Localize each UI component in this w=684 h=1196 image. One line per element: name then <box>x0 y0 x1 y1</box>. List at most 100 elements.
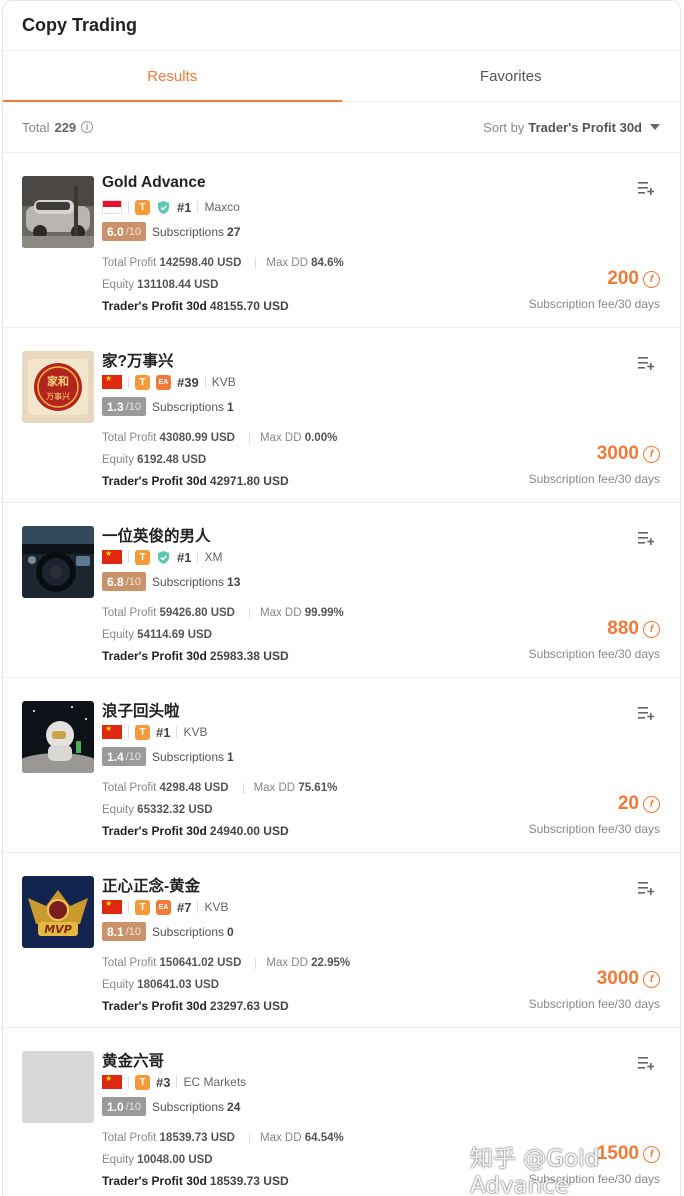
divider <box>197 551 199 563</box>
equity-row: Equity 6192.48 USD <box>102 450 337 472</box>
rating-score: 1.4/10 <box>102 747 146 766</box>
score-value: 6.8 <box>107 574 124 589</box>
max-dd-label: Max DD <box>259 607 302 619</box>
results-toolbar: Total 229 i Sort by Trader's Profit 30d <box>3 102 680 153</box>
subscriptions-value: 1 <box>227 749 234 764</box>
trader-card[interactable]: Gold Advance T #1 Maxco 6.0/10 Subscriptions 2… <box>3 153 680 328</box>
score-value: 1.0 <box>107 1099 124 1114</box>
trader-card[interactable]: 一位英俊的男人 T #1 XM 6.8/10 Subscriptions13 Total P… <box>3 503 680 678</box>
trader-name[interactable]: Gold Advance <box>102 174 206 192</box>
total-profit-label: Total Profit <box>102 257 157 269</box>
copy-trading-panel: Copy Trading Results Favorites Total 229… <box>2 0 681 1196</box>
sort-value: Trader's Profit 30d <box>528 119 642 135</box>
max-dd-value: 64.54% <box>304 1132 344 1144</box>
trader-card[interactable]: MVP 正心正念-黄金 T EA #7 KVB 8.1/10 Subscriptions0 To… <box>3 853 680 1028</box>
total-profit-label: Total Profit <box>102 957 157 969</box>
coin-icon: f <box>643 445 660 463</box>
trader-card[interactable]: 浪子回头啦 T #1 KVB 1.4/10 Subscriptions1 Total Pro… <box>3 678 680 853</box>
subscriptions: Subscriptions 13 <box>152 575 240 589</box>
coin-icon: f <box>643 620 660 638</box>
sort-dropdown[interactable]: Sort by Trader's Profit 30d <box>483 120 660 135</box>
total-profit-label: Total Profit <box>102 1132 157 1144</box>
total-count: Total 229 i <box>22 120 94 135</box>
score-denominator: /10 <box>125 400 141 413</box>
max-dd-value: 75.61% <box>298 782 338 794</box>
add-to-list-icon[interactable] <box>638 531 655 545</box>
rating-score: 8.1/10 <box>102 922 146 941</box>
watermark: 知乎 @Gold Advance <box>470 1146 600 1196</box>
flag-cn-icon <box>102 724 122 739</box>
subscriptions: Subscriptions 1 <box>152 750 234 764</box>
subscription-fee: 3000 f <box>597 968 660 990</box>
trader-name[interactable]: 浪子回头啦 <box>102 699 180 721</box>
ea-badge-icon: EA <box>156 374 171 390</box>
add-to-list-icon[interactable] <box>638 881 655 895</box>
max-dd-value: 99.99% <box>304 607 344 619</box>
total-profit-label: Total Profit <box>102 432 157 444</box>
tab-favorites[interactable]: Favorites <box>342 51 681 101</box>
broker-name: EC Markets <box>183 1075 247 1089</box>
traders-profit-value: 42971.80 USD <box>209 474 289 488</box>
divider <box>128 376 129 388</box>
divider <box>176 726 178 738</box>
broker-name: XM <box>204 550 223 564</box>
subscriptions-label: Subscriptions <box>151 224 225 239</box>
avatar-mvp-emblem[interactable]: MVP <box>22 876 94 948</box>
equity-label: Equity <box>102 278 134 291</box>
subscriptions-value: 1 <box>227 399 234 414</box>
profit-dd-row: Total Profit 43080.99 USD Max DD 0.00% <box>102 428 337 450</box>
trader-rank: #1 <box>177 199 192 215</box>
traders-profit-row: Trader's Profit 30d 24940.00 USD <box>102 821 337 843</box>
trader-card[interactable]: 家和万事兴家?万事兴TEA#39KVB1.3/10Subscriptions1T… <box>3 328 680 503</box>
profit-dd-row: Total Profit 4298.48 USD Max DD 75.61% <box>102 778 337 800</box>
score-denominator: /10 <box>125 225 141 238</box>
add-to-list-icon[interactable] <box>638 356 655 370</box>
trader-meta: T #1 Maxco <box>102 199 240 215</box>
divider <box>248 433 250 445</box>
trader-rank: #3 <box>156 1074 171 1090</box>
equity-label: Equity <box>102 1153 134 1166</box>
profit-dd-row: Total Profit 150641.02 USD Max DD 22.95% <box>102 953 350 975</box>
trader-name[interactable]: 黄金六哥 <box>102 1049 164 1071</box>
traders-profit-row: Trader's Profit 30d 25983.38 USD <box>102 646 344 668</box>
score-value: 1.3 <box>107 399 124 414</box>
traders-profit-label: Trader's Profit 30d <box>102 299 207 313</box>
equity-value: 6192.48 USD <box>137 453 207 466</box>
avatar-placeholder[interactable] <box>22 1051 94 1123</box>
coin-icon: f <box>643 270 660 288</box>
trader-badge-icon: T <box>135 374 150 390</box>
equity-row: Equity 180641.03 USD <box>102 975 350 997</box>
max-dd-label: Max DD <box>266 957 308 969</box>
trader-name[interactable]: 家?万事兴 <box>102 349 173 371</box>
trader-name[interactable]: 一位英俊的男人 <box>102 524 211 546</box>
subscriptions: Subscriptions 1 <box>152 400 234 414</box>
add-to-list-icon[interactable] <box>638 1056 655 1070</box>
avatar-car[interactable] <box>22 176 94 248</box>
traders-profit-label: Trader's Profit 30d <box>102 474 207 488</box>
traders-profit-value: 48155.70 USD <box>209 299 289 313</box>
profit-dd-row: Total Profit 18539.73 USD Max DD 64.54% <box>102 1128 344 1150</box>
add-to-list-icon[interactable] <box>638 706 655 720</box>
divider <box>128 551 129 563</box>
trader-stats: Total Profit 43080.99 USD Max DD 0.00% Equ… <box>102 428 337 493</box>
total-profit-value: 4298.48 USD <box>159 782 229 794</box>
avatar-car-interior[interactable] <box>22 526 94 598</box>
info-icon[interactable]: i <box>81 121 94 133</box>
add-to-list-icon[interactable] <box>638 181 655 195</box>
fee-amount: 200 <box>607 268 639 289</box>
trader-meta: T EA #39 KVB <box>102 374 236 390</box>
avatar-seal[interactable]: 家和 万事兴 <box>22 351 94 423</box>
tab-results[interactable]: Results <box>3 51 342 101</box>
divider <box>242 783 244 795</box>
subscriptions: Subscriptions 0 <box>152 925 234 939</box>
divider <box>128 1076 129 1088</box>
score-row: 6.0/10 Subscriptions 27 <box>102 222 240 241</box>
trader-meta: T #1 XM <box>102 549 222 565</box>
equity-value: 180641.03 USD <box>137 978 220 991</box>
trader-name[interactable]: 正心正念-黄金 <box>102 874 200 896</box>
equity-row: Equity 10048.00 USD <box>102 1150 344 1172</box>
max-dd-label: Max DD <box>259 1132 302 1144</box>
avatar-astronaut[interactable] <box>22 701 94 773</box>
equity-row: Equity 54114.69 USD <box>102 625 344 647</box>
divider <box>197 901 199 913</box>
